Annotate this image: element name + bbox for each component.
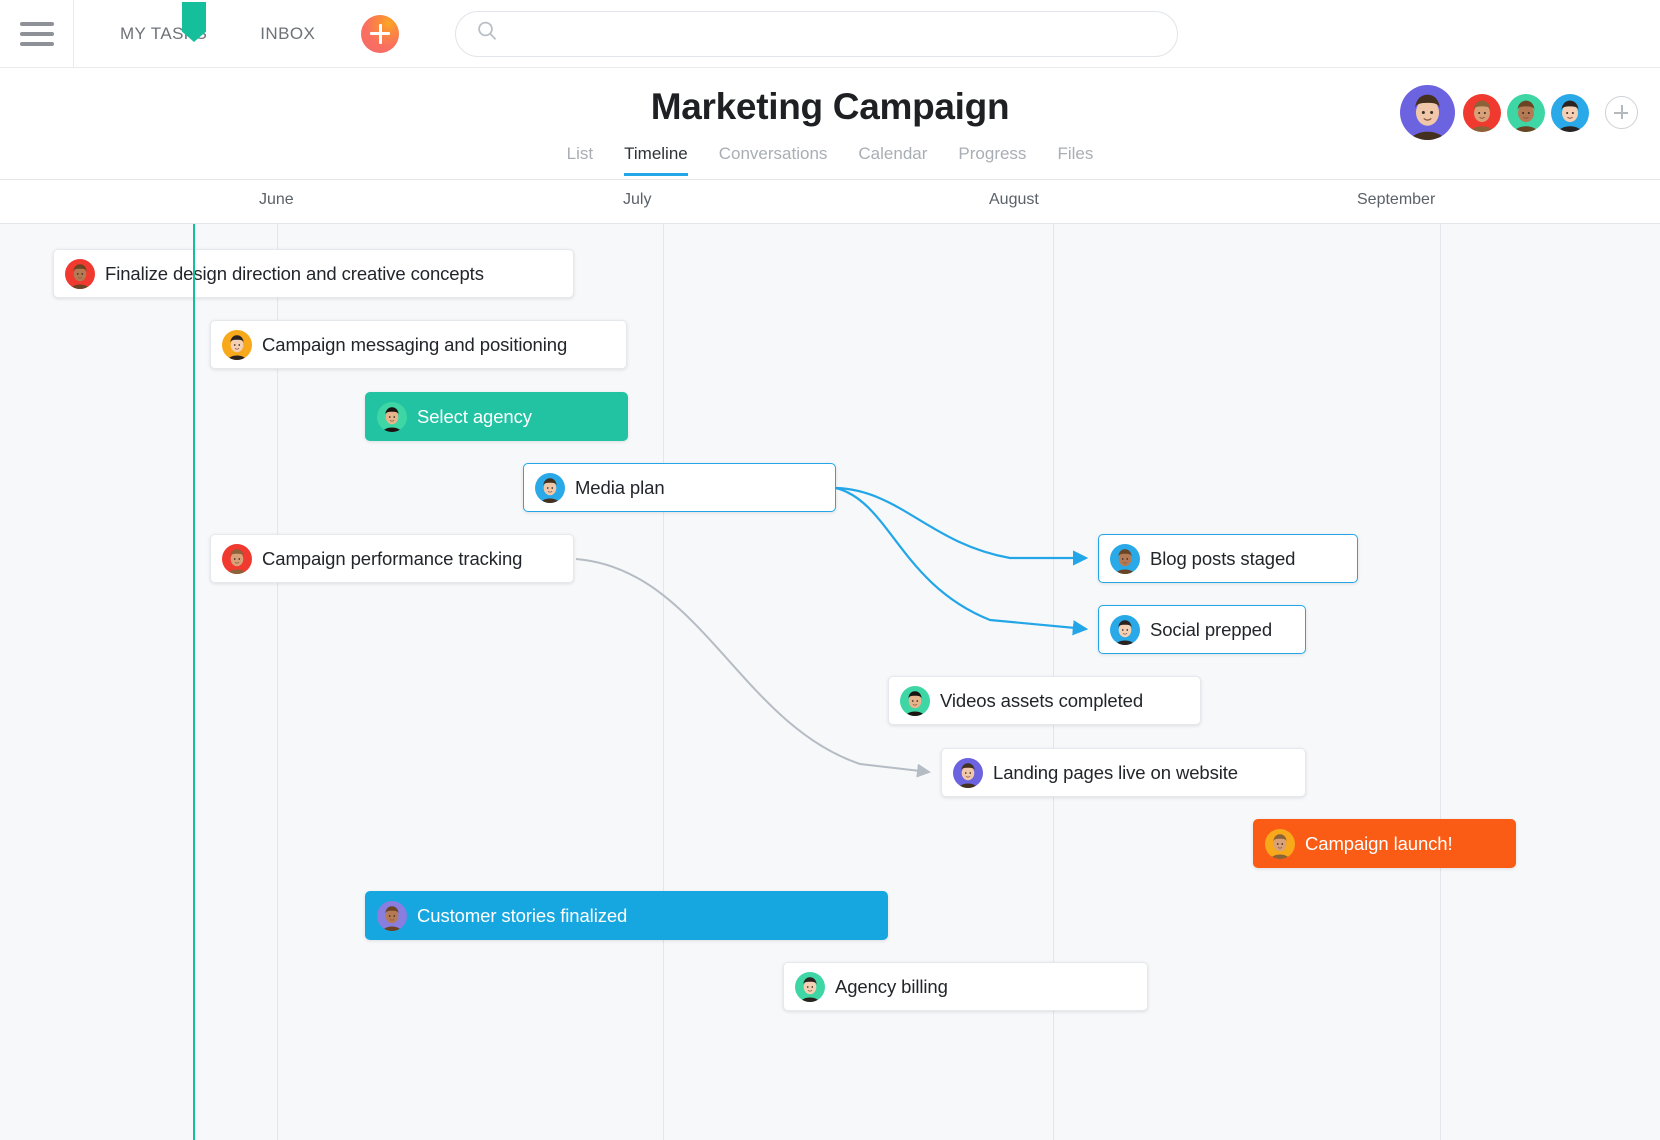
assignee-avatar[interactable] <box>65 258 95 289</box>
task-bar-campaign-launch[interactable]: Campaign launch! <box>1253 819 1516 868</box>
assignee-avatar[interactable] <box>1265 828 1295 859</box>
timeline-canvas[interactable]: Finalize design direction and creative c… <box>0 224 1660 1140</box>
task-bar-campaign-tracking[interactable]: Campaign performance tracking <box>210 534 574 583</box>
avatar[interactable] <box>1507 93 1545 132</box>
task-bar-select-agency[interactable]: Select agency <box>365 392 628 441</box>
task-label: Agency billing <box>835 975 948 997</box>
task-bar-finalize-design[interactable]: Finalize design direction and creative c… <box>53 249 574 298</box>
task-label: Select agency <box>417 405 532 427</box>
hamburger-menu-icon[interactable] <box>0 0 74 67</box>
task-bar-blog-posts-staged[interactable]: Blog posts staged <box>1098 534 1358 583</box>
task-label: Campaign messaging and positioning <box>262 333 568 355</box>
assignee-avatar[interactable] <box>1110 543 1140 574</box>
tab-progress[interactable]: Progress <box>958 144 1026 176</box>
task-bar-agency-billing[interactable]: Agency billing <box>783 962 1148 1011</box>
task-bar-campaign-messaging[interactable]: Campaign messaging and positioning <box>210 320 627 369</box>
hamburger-bar <box>19 31 54 36</box>
task-label: Customer stories finalized <box>417 904 628 926</box>
avatar[interactable] <box>1400 85 1455 140</box>
task-label: Campaign performance tracking <box>262 547 523 569</box>
task-label: Media plan <box>575 476 665 498</box>
add-member-button[interactable] <box>1605 96 1638 129</box>
nav-inbox[interactable]: INBOX <box>256 24 319 44</box>
tab-timeline[interactable]: Timeline <box>624 144 688 176</box>
task-bar-customer-stories[interactable]: Customer stories finalized <box>365 891 888 940</box>
assignee-avatar[interactable] <box>900 685 930 716</box>
project-tabs: List Timeline Conversations Calendar Progres… <box>0 144 1660 176</box>
tab-list[interactable]: List <box>567 144 593 176</box>
tab-files[interactable]: Files <box>1057 144 1093 176</box>
task-label: Videos assets completed <box>940 689 1144 711</box>
assignee-avatar[interactable] <box>377 401 407 432</box>
project-header: Marketing Campaign List Timeline Conversat… <box>0 68 1660 180</box>
tab-calendar[interactable]: Calendar <box>858 144 927 176</box>
assignee-avatar[interactable] <box>222 543 252 574</box>
hamburger-bar <box>19 21 54 26</box>
task-label: Social prepped <box>1150 618 1273 640</box>
avatar[interactable] <box>1463 93 1501 132</box>
assignee-avatar[interactable] <box>795 971 825 1002</box>
project-members <box>1400 85 1638 140</box>
top-navigation-bar: MY TASKS INBOX <box>0 0 1660 68</box>
tab-conversations[interactable]: Conversations <box>719 144 828 176</box>
task-bar-media-plan[interactable]: Media plan <box>523 463 836 512</box>
month-label-september: September <box>1357 191 1436 208</box>
task-bar-social-prepped[interactable]: Social prepped <box>1098 605 1306 654</box>
task-label: Campaign launch! <box>1305 832 1453 854</box>
month-label-july: July <box>623 191 652 208</box>
search-input[interactable] <box>510 24 1111 43</box>
task-label: Landing pages live on website <box>993 761 1238 783</box>
hamburger-bar <box>19 41 54 46</box>
assignee-avatar[interactable] <box>953 757 983 788</box>
task-label: Blog posts staged <box>1150 547 1296 569</box>
timeline-month-header: June July August September <box>0 180 1660 224</box>
assignee-avatar[interactable] <box>377 900 407 931</box>
avatar[interactable] <box>1551 93 1589 132</box>
assignee-avatar[interactable] <box>535 472 565 503</box>
task-label: Finalize design direction and creative c… <box>105 262 484 284</box>
month-label-june: June <box>259 191 294 208</box>
assignee-avatar[interactable] <box>1110 614 1140 645</box>
task-bar-landing-pages[interactable]: Landing pages live on website <box>941 748 1306 797</box>
quick-add-button[interactable] <box>361 14 400 53</box>
search-icon <box>476 20 498 47</box>
task-bar-videos-assets[interactable]: Videos assets completed <box>888 676 1201 725</box>
assignee-avatar[interactable] <box>222 329 252 360</box>
search-bar[interactable] <box>455 10 1179 57</box>
today-vertical-line <box>193 224 195 1140</box>
month-label-august: August <box>989 191 1039 208</box>
